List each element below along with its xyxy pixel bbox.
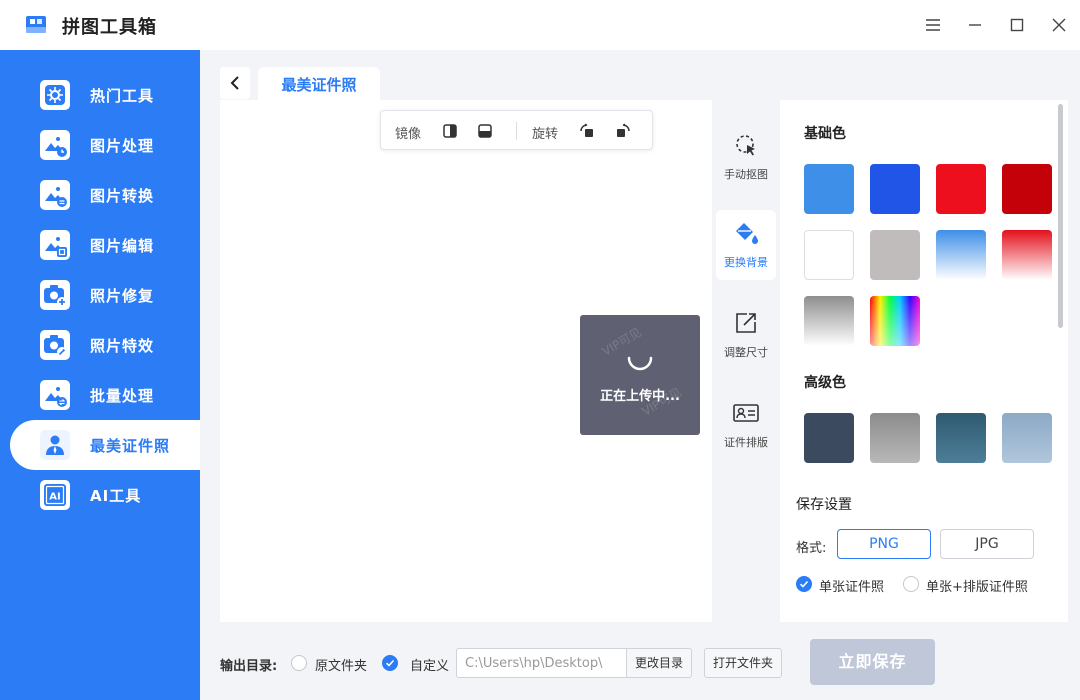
sidebar-item-image-process[interactable]: 图片处理 [0,120,200,170]
toolbox-logo-icon [24,13,48,37]
upload-loading-overlay: VIP可见 VIP可见 正在上传中... [580,315,700,435]
photo-effects-icon [40,330,70,360]
panel-scrollbar[interactable] [1058,104,1063,328]
custom-folder-label: 自定义 [410,659,450,674]
tool-id-layout[interactable]: 证件排版 [716,390,776,460]
close-icon[interactable] [1046,12,1072,38]
sidebar-item-label: 最美证件照 [90,437,171,455]
svg-text:AI: AI [49,492,60,503]
tool-column: 手动抠图 更换背景 调整尺寸 证件排版 [712,100,780,622]
sidebar-item-label: 热门工具 [90,87,155,105]
check-icon [385,659,395,667]
sidebar-item-label: AI工具 [90,487,142,505]
id-card-layout-icon [733,400,759,426]
radio-custom-folder[interactable] [382,655,398,671]
app-title: 拼图工具箱 [62,17,157,38]
radio-original-folder[interactable] [291,655,307,671]
resize-icon [733,310,759,336]
swatch-blue[interactable] [870,164,920,214]
swatch-gradient-blue[interactable] [936,230,986,280]
radio-icon [903,576,919,592]
sidebar-item-label: 图片转换 [90,187,155,205]
rotate-label: 旋转 [532,127,559,142]
swatch-red[interactable] [936,164,986,214]
tool-manual-cutout[interactable]: 手动抠图 [716,122,776,192]
sidebar-item-ai-tools[interactable]: AI AI工具 [0,470,200,520]
mirror-horizontal-icon[interactable] [441,122,459,140]
sidebar-item-label: 批量处理 [90,387,155,405]
swatch-medium-gray[interactable] [870,413,920,463]
swatch-light-blue[interactable] [804,164,854,214]
chevron-left-icon [230,76,239,90]
tool-resize[interactable]: 调整尺寸 [716,300,776,370]
loading-text: 正在上传中... [600,389,680,404]
tool-change-background[interactable]: 更换背景 [716,210,776,280]
swatch-gradient-gray[interactable] [804,296,854,346]
format-png-button[interactable]: PNG [837,529,931,559]
sidebar-item-label: 图片处理 [90,137,155,155]
title-bar: 拼图工具箱 [0,0,1080,50]
swatch-gradient-red[interactable] [1002,230,1052,280]
swatch-rainbow[interactable] [870,296,920,346]
format-jpg-button[interactable]: JPG [940,529,1034,559]
save-now-button[interactable]: 立即保存 [810,639,935,685]
hot-tools-icon [40,80,70,110]
output-dir-label: 输出目录: [220,659,278,674]
option-label: 单张证件照 [819,580,885,595]
swatch-navy-gray[interactable] [804,413,854,463]
check-icon [796,576,812,592]
advanced-color-title: 高级色 [804,375,846,391]
swatch-dark-red[interactable] [1002,164,1052,214]
original-folder-label: 原文件夹 [315,659,368,674]
rotate-left-icon[interactable] [578,122,596,140]
menu-icon[interactable] [920,12,946,38]
image-process-icon [40,130,70,160]
sidebar: 热门工具 图片处理 图片转换 图片编辑 照片修复 照片特效 批量处理 最美证件照… [0,50,200,700]
option-label: 单张+排版证件照 [926,580,1028,595]
paint-bucket-icon [733,220,759,246]
sidebar-item-label: 照片修复 [90,287,155,305]
rotate-right-icon[interactable] [614,122,632,140]
ai-tools-icon: AI [40,480,70,510]
swatch-white[interactable] [804,230,854,280]
swatch-gray[interactable] [870,230,920,280]
maximize-icon[interactable] [1004,12,1030,38]
manual-cutout-icon [733,132,759,158]
mirror-label: 镜像 [395,127,422,142]
sidebar-item-label: 图片编辑 [90,237,155,255]
image-edit-icon [40,230,70,260]
photo-repair-icon [40,280,70,310]
sidebar-item-batch-process[interactable]: 批量处理 [0,370,200,420]
tool-label: 手动抠图 [724,168,768,181]
back-button[interactable] [220,67,250,99]
sidebar-item-image-convert[interactable]: 图片转换 [0,170,200,220]
tool-label: 证件排版 [724,436,768,449]
minimize-icon[interactable] [962,12,988,38]
sidebar-item-id-photo[interactable]: 最美证件照 [10,420,200,470]
sidebar-item-photo-effects[interactable]: 照片特效 [0,320,200,370]
batch-process-icon [40,380,70,410]
toolbar-divider [516,122,517,140]
tool-label: 调整尺寸 [724,346,768,359]
sidebar-item-hot-tools[interactable]: 热门工具 [0,70,200,120]
tab-id-photo[interactable]: 最美证件照 [258,67,380,101]
sidebar-item-image-edit[interactable]: 图片编辑 [0,220,200,270]
swatch-teal-blue[interactable] [936,413,986,463]
mirror-vertical-icon[interactable] [476,122,494,140]
id-photo-icon [40,430,70,460]
swatch-sky-gray[interactable] [1002,413,1052,463]
image-convert-icon [40,180,70,210]
output-path-input[interactable] [456,648,627,678]
save-settings-title: 保存设置 [796,497,852,513]
basic-color-title: 基础色 [804,126,846,142]
format-label: 格式: [796,541,827,556]
sidebar-item-label: 照片特效 [90,337,155,355]
change-dir-button[interactable]: 更改目录 [626,648,692,678]
image-toolbar: 镜像 旋转 [380,110,653,150]
sidebar-item-photo-repair[interactable]: 照片修复 [0,270,200,320]
loading-spinner-icon [627,356,653,371]
open-folder-button[interactable]: 打开文件夹 [704,648,782,678]
tool-label: 更换背景 [724,256,768,269]
